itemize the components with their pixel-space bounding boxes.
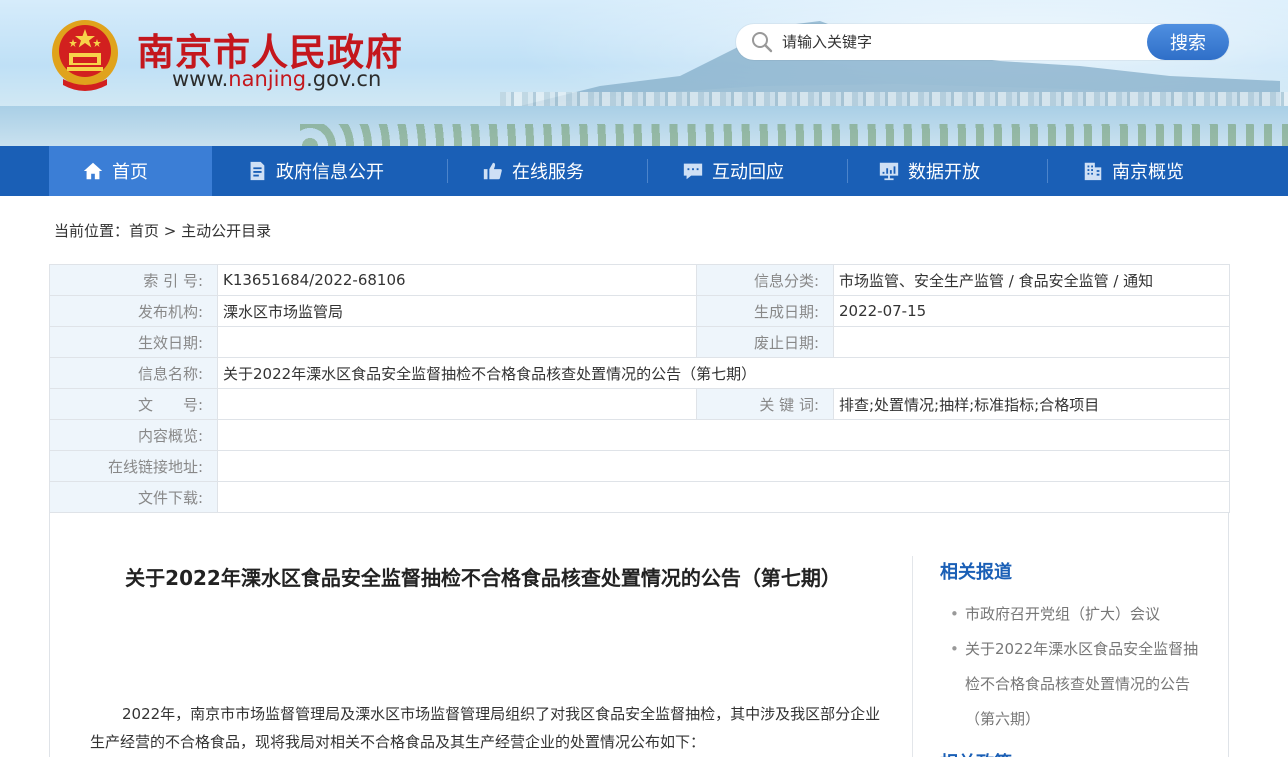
site-url: www.nanjing.gov.cn <box>172 67 382 91</box>
search-input[interactable] <box>782 24 1142 60</box>
thumbs-up-icon <box>483 162 502 180</box>
link-label: 在线链接地址: <box>49 450 218 482</box>
sidebar-divider <box>912 556 913 757</box>
download-value <box>217 481 1230 513</box>
nav-separator <box>1047 159 1048 183</box>
category-value: 市场监管、安全生产监管 / 食品安全监管 / 通知 <box>833 264 1230 296</box>
index-value: K13651684/2022-68106 <box>217 264 697 296</box>
trees <box>300 124 1288 146</box>
breadcrumb: 当前位置：首页 > 主动公开目录 <box>54 220 271 241</box>
nav-label: 互动回应 <box>712 162 784 183</box>
nav-label: 政府信息公开 <box>276 162 384 183</box>
chart-icon <box>879 162 899 181</box>
org-label: 发布机构: <box>49 295 218 327</box>
building-icon <box>1084 162 1102 181</box>
category-label: 信息分类: <box>696 264 834 296</box>
breadcrumb-prefix: 当前位置： <box>54 222 130 240</box>
org-value: 溧水区市场监管局 <box>217 295 697 327</box>
article-title: 关于2022年溧水区食品安全监督抽检不合格食品核查处置情况的公告（第七期） <box>125 566 841 590</box>
nav-separator <box>447 159 448 183</box>
national-emblem-icon <box>52 20 118 91</box>
nav-label: 在线服务 <box>512 162 584 183</box>
nav-item-gov-info[interactable]: 政府信息公开 <box>246 146 384 196</box>
table-row: 文 号: 关 键 词: 排查;处置情况;抽样;标准指标;合格项目 <box>49 388 1230 420</box>
header-banner: 南京市人民政府 www.nanjing.gov.cn 搜索 <box>0 0 1288 146</box>
chat-icon <box>683 163 703 180</box>
search-button[interactable]: 搜索 <box>1147 24 1229 60</box>
keywords-value: 排查;处置情况;抽样;标准指标;合格项目 <box>833 388 1230 420</box>
nav-label: 南京概览 <box>1112 162 1184 183</box>
home-icon <box>83 162 103 180</box>
name-label: 信息名称: <box>49 357 218 389</box>
info-table: 索 引 号: K13651684/2022-68106 信息分类: 市场监管、安… <box>49 264 1230 513</box>
table-row: 文件下载: <box>49 481 1230 513</box>
summary-label: 内容概览: <box>49 419 218 451</box>
table-row: 内容概览: <box>49 419 1230 451</box>
related-reports-list: 市政府召开党组（扩大）会议 关于2022年溧水区食品安全监督抽检不合格食品核查处… <box>950 597 1200 737</box>
related-reports-title: 相关报道 <box>940 562 1012 583</box>
table-row: 在线链接地址: <box>49 450 1230 482</box>
name-value: 关于2022年溧水区食品安全监督抽检不合格食品核查处置情况的公告（第七期） <box>217 357 1230 389</box>
related-report-link[interactable]: 关于2022年溧水区食品安全监督抽检不合格食品核查处置情况的公告（第六期） <box>950 632 1200 737</box>
nav-label: 数据开放 <box>908 162 980 183</box>
created-label: 生成日期: <box>696 295 834 327</box>
breadcrumb-separator: > <box>159 222 182 240</box>
abolish-label: 废止日期: <box>696 326 834 358</box>
nav-item-interaction[interactable]: 互动回应 <box>682 146 784 196</box>
related-policies-title: 相关政策 <box>940 749 1012 757</box>
nav-separator <box>847 159 848 183</box>
nav-separator <box>647 159 648 183</box>
created-value: 2022-07-15 <box>833 295 1230 327</box>
index-label: 索 引 号: <box>49 264 218 296</box>
related-report-link[interactable]: 市政府召开党组（扩大）会议 <box>950 597 1200 632</box>
table-row: 信息名称: 关于2022年溧水区食品安全监督抽检不合格食品核查处置情况的公告（第… <box>49 357 1230 389</box>
summary-value <box>217 419 1230 451</box>
nav-label: 首页 <box>112 162 148 183</box>
search-icon <box>752 32 773 53</box>
nav-item-home[interactable]: 首页 <box>49 146 212 196</box>
breadcrumb-home-link[interactable]: 首页 <box>129 222 159 240</box>
effective-value <box>217 326 697 358</box>
search-box: 搜索 <box>736 24 1229 60</box>
download-label: 文件下载: <box>49 481 218 513</box>
main-nav: 首页 政府信息公开 在线服务 互动回应 数据开放 南京概览 <box>0 146 1288 196</box>
docno-value <box>217 388 697 420</box>
table-row: 生效日期: 废止日期: <box>49 326 1230 358</box>
link-value <box>217 450 1230 482</box>
nav-item-open-data[interactable]: 数据开放 <box>878 146 980 196</box>
table-row: 发布机构: 溧水区市场监管局 生成日期: 2022-07-15 <box>49 295 1230 327</box>
effective-label: 生效日期: <box>49 326 218 358</box>
nav-item-online-service[interactable]: 在线服务 <box>482 146 584 196</box>
document-icon <box>250 161 265 181</box>
keywords-label: 关 键 词: <box>696 388 834 420</box>
table-row: 索 引 号: K13651684/2022-68106 信息分类: 市场监管、安… <box>49 264 1230 296</box>
docno-label: 文 号: <box>49 388 218 420</box>
abolish-value <box>833 326 1230 358</box>
nav-item-nanjing-overview[interactable]: 南京概览 <box>1082 146 1184 196</box>
breadcrumb-current-link[interactable]: 主动公开目录 <box>181 222 271 240</box>
article-body: 2022年，南京市市场监督管理局及溧水区市场监督管理局组织了对我区食品安全监督抽… <box>90 705 881 751</box>
